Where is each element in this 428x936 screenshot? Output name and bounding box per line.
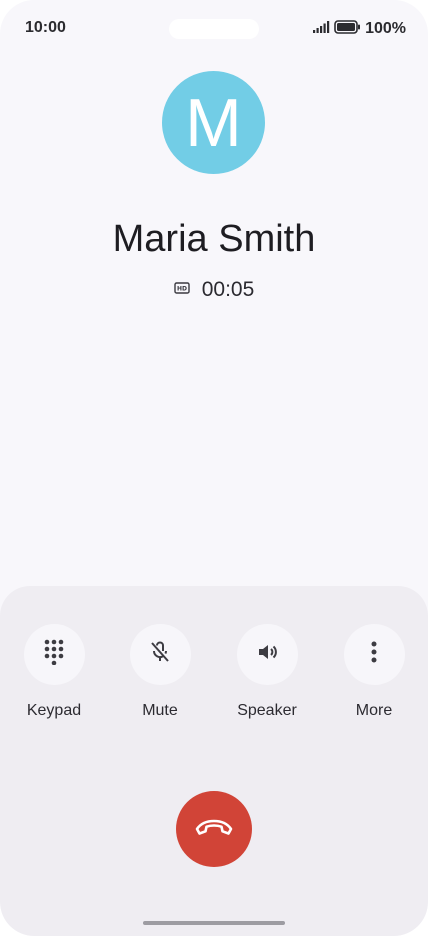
speaker-icon: [255, 640, 279, 669]
status-indicators: 100%: [313, 18, 406, 40]
hd-icon: HD: [174, 281, 190, 299]
keypad-button[interactable]: Keypad: [4, 624, 104, 720]
more-button-circle[interactable]: [343, 624, 405, 685]
avatar-initial: M: [185, 84, 242, 161]
speaker-button-circle[interactable]: [236, 624, 298, 685]
keypad-button-circle[interactable]: [23, 624, 85, 685]
in-call-screen: 10:00 100% M Maria Smith HD 00:05 Keypad…: [0, 0, 428, 936]
keypad-label: Keypad: [26, 702, 82, 719]
more-button[interactable]: More: [324, 624, 424, 720]
more-label: More: [355, 702, 393, 719]
caller-avatar: M: [162, 71, 265, 174]
mic-off-icon: [148, 640, 172, 669]
mute-button-circle[interactable]: [129, 624, 191, 685]
svg-text:HD: HD: [177, 286, 187, 293]
home-indicator[interactable]: [143, 921, 285, 925]
speaker-button[interactable]: Speaker: [217, 624, 317, 720]
battery-icon: [334, 19, 361, 39]
end-call-button[interactable]: [176, 791, 252, 867]
status-time: 10:00: [25, 19, 66, 36]
call-controls-panel: Keypad Mute Speaker More: [0, 586, 428, 936]
call-duration: 00:05: [201, 278, 255, 301]
battery-percentage: 100%: [365, 20, 406, 37]
speaker-label: Speaker: [237, 702, 297, 719]
end-call-icon: [194, 817, 234, 842]
mute-label: Mute: [142, 702, 178, 719]
caller-name: Maria Smith: [112, 218, 316, 260]
keypad-icon: [43, 639, 65, 670]
status-bar: 10:00 100%: [0, 0, 428, 58]
call-status: HD 00:05: [0, 278, 428, 302]
dynamic-island: [169, 19, 259, 39]
more-vertical-icon: [370, 641, 378, 668]
mute-button[interactable]: Mute: [110, 624, 210, 720]
signal-icon: [313, 20, 330, 38]
